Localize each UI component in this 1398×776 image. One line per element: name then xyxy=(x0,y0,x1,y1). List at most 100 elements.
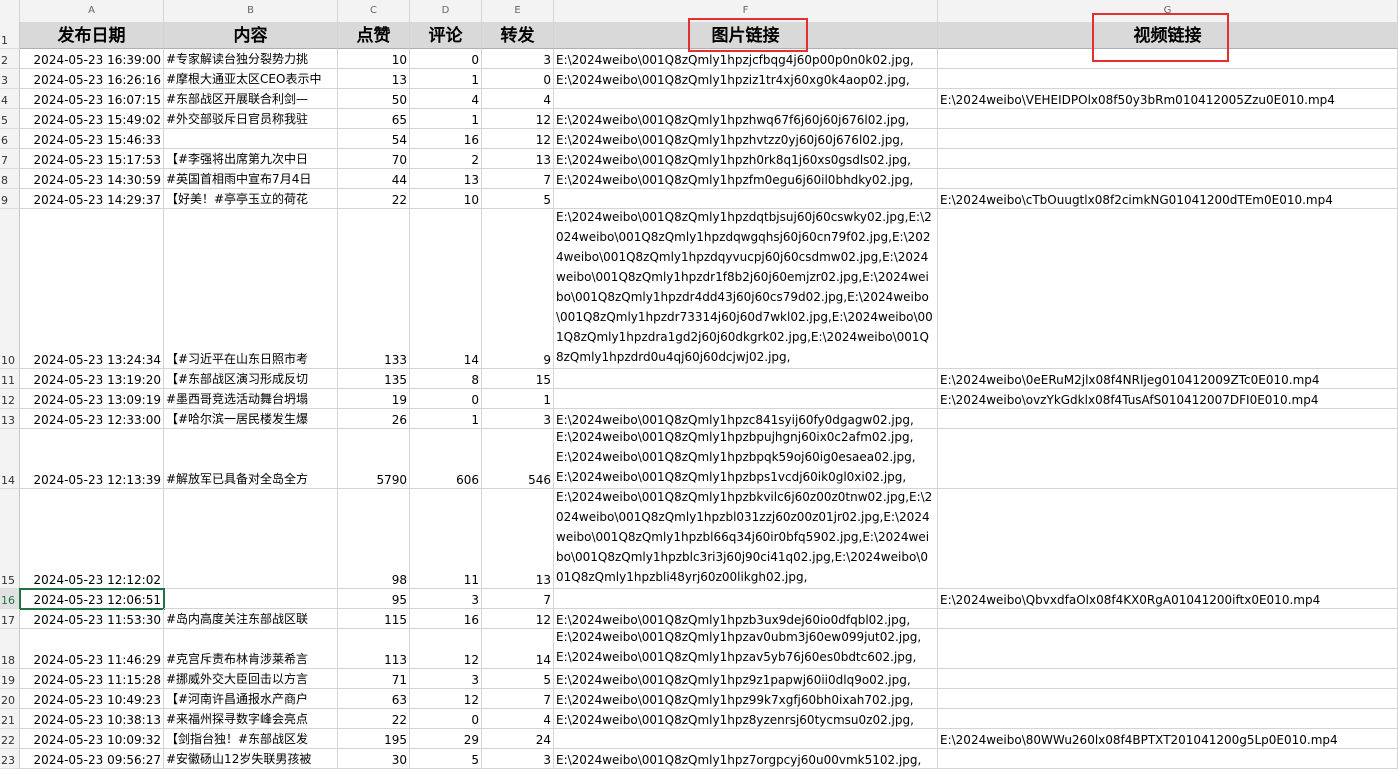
cell-date[interactable]: 2024-05-23 12:12:02 xyxy=(20,489,164,589)
cell-video[interactable] xyxy=(938,689,1398,709)
cell-comments[interactable]: 1 xyxy=(410,409,482,429)
cell-video[interactable] xyxy=(938,609,1398,629)
cell-date[interactable]: 2024-05-23 10:49:23 xyxy=(20,689,164,709)
cell-date[interactable]: 2024-05-23 13:09:19 xyxy=(20,389,164,409)
row-header[interactable]: 13 xyxy=(0,409,20,429)
cell-images[interactable] xyxy=(554,369,938,389)
row-header[interactable]: 5 xyxy=(0,109,20,129)
cell-content[interactable]: 【#哈尔滨一居民楼发生爆 xyxy=(164,409,338,429)
cell-video[interactable]: E:\2024weibo\80WWu260lx08f4BPTXT20104120… xyxy=(938,729,1398,749)
cell-video[interactable] xyxy=(938,749,1398,769)
cell-video[interactable] xyxy=(938,629,1398,669)
cell-reposts[interactable]: 7 xyxy=(482,689,554,709)
cell-date[interactable]: 2024-05-23 14:29:37 xyxy=(20,189,164,209)
cell-comments[interactable]: 12 xyxy=(410,689,482,709)
cell-date[interactable]: 2024-05-23 15:49:02 xyxy=(20,109,164,129)
cell-likes[interactable]: 30 xyxy=(338,749,410,769)
cell-likes[interactable]: 95 xyxy=(338,589,410,609)
cell-reposts[interactable]: 12 xyxy=(482,129,554,149)
cell-comments[interactable]: 1 xyxy=(410,69,482,89)
cell-images[interactable]: E:\2024weibo\001Q8zQmly1hpzdqtbjsuj60j60… xyxy=(554,209,938,369)
cell-comments[interactable]: 14 xyxy=(410,209,482,369)
cell-likes[interactable]: 54 xyxy=(338,129,410,149)
cell-images[interactable] xyxy=(554,389,938,409)
cell-video[interactable] xyxy=(938,49,1398,69)
cell-date[interactable]: 2024-05-23 10:09:32 xyxy=(20,729,164,749)
row-header[interactable]: 23 xyxy=(0,749,20,769)
cell-content[interactable]: #来福州探寻数字峰会亮点 xyxy=(164,709,338,729)
cell-comments[interactable]: 8 xyxy=(410,369,482,389)
cell-likes[interactable]: 22 xyxy=(338,709,410,729)
cell-video[interactable] xyxy=(938,669,1398,689)
cell-reposts[interactable]: 15 xyxy=(482,369,554,389)
cell-comments[interactable]: 0 xyxy=(410,709,482,729)
cell-images[interactable]: E:\2024weibo\001Q8zQmly1hpzh0rk8q1j60xs0… xyxy=(554,149,938,169)
cell-likes[interactable]: 135 xyxy=(338,369,410,389)
cell-video[interactable] xyxy=(938,109,1398,129)
cell-comments[interactable]: 12 xyxy=(410,629,482,669)
cell-comments[interactable]: 1 xyxy=(410,109,482,129)
cell-date[interactable]: 2024-05-23 11:15:28 xyxy=(20,669,164,689)
cell-likes[interactable]: 65 xyxy=(338,109,410,129)
cell-date[interactable]: 2024-05-23 13:19:20 xyxy=(20,369,164,389)
cell-content[interactable]: #解放军已具备对全岛全方 xyxy=(164,429,338,489)
cell-comments[interactable]: 29 xyxy=(410,729,482,749)
cell-comments[interactable]: 5 xyxy=(410,749,482,769)
cell-video[interactable]: E:\2024weibo\ovzYkGdklx08f4TusAfS0104120… xyxy=(938,389,1398,409)
cell-likes[interactable]: 63 xyxy=(338,689,410,709)
cell-reposts[interactable]: 3 xyxy=(482,409,554,429)
cell-comments[interactable]: 2 xyxy=(410,149,482,169)
column-header-b[interactable]: B xyxy=(164,0,338,22)
cell-content[interactable]: #专家解读台独分裂势力挑 xyxy=(164,49,338,69)
row-header[interactable]: 17 xyxy=(0,609,20,629)
cell-images[interactable]: E:\2024weibo\001Q8zQmly1hpz7orgpcyj60u00… xyxy=(554,749,938,769)
cell-content[interactable] xyxy=(164,129,338,149)
cell-content[interactable]: 【#李强将出席第九次中日 xyxy=(164,149,338,169)
cell-comments[interactable]: 16 xyxy=(410,609,482,629)
cell-content[interactable]: 【剑指台独！#东部战区发 xyxy=(164,729,338,749)
cell-content[interactable]: #安徽砀山12岁失联男孩被 xyxy=(164,749,338,769)
header-cell-image-links[interactable]: 图片链接 xyxy=(554,22,938,49)
cell-likes[interactable]: 22 xyxy=(338,189,410,209)
row-header[interactable]: 4 xyxy=(0,89,20,109)
cell-reposts[interactable]: 546 xyxy=(482,429,554,489)
cell-comments[interactable]: 11 xyxy=(410,489,482,589)
spreadsheet-grid[interactable]: A B C D E F G 1 发布日期 内容 点赞 评论 转发 图片链接 视频链接 2 2024-05-23 … xyxy=(0,0,1398,776)
cell-likes[interactable]: 133 xyxy=(338,209,410,369)
cell-images[interactable] xyxy=(554,729,938,749)
row-header[interactable]: 12 xyxy=(0,389,20,409)
cell-date[interactable]: 2024-05-23 13:24:34 xyxy=(20,209,164,369)
row-header[interactable]: 7 xyxy=(0,149,20,169)
cell-date[interactable]: 2024-05-23 16:26:16 xyxy=(20,69,164,89)
row-header[interactable]: 2 xyxy=(0,49,20,69)
cell-video[interactable] xyxy=(938,429,1398,489)
cell-likes[interactable]: 44 xyxy=(338,169,410,189)
cell-images[interactable]: E:\2024weibo\001Q8zQmly1hpzc841syij60fy0… xyxy=(554,409,938,429)
cell-likes[interactable]: 13 xyxy=(338,69,410,89)
cell-date[interactable]: 2024-05-23 10:38:13 xyxy=(20,709,164,729)
cell-likes[interactable]: 26 xyxy=(338,409,410,429)
cell-reposts[interactable]: 14 xyxy=(482,629,554,669)
cell-date[interactable]: 2024-05-23 12:13:39 xyxy=(20,429,164,489)
cell-reposts[interactable]: 12 xyxy=(482,609,554,629)
column-header-e[interactable]: E xyxy=(482,0,554,22)
cell-images[interactable]: E:\2024weibo\001Q8zQmly1hpzbpujhgnj60ix0… xyxy=(554,429,938,489)
cell-comments[interactable]: 3 xyxy=(410,589,482,609)
row-header[interactable]: 14 xyxy=(0,429,20,489)
cell-likes[interactable]: 98 xyxy=(338,489,410,589)
column-header-g[interactable]: G xyxy=(938,0,1398,22)
row-header[interactable]: 22 xyxy=(0,729,20,749)
row-header[interactable]: 16 xyxy=(0,589,20,609)
cell-date[interactable]: 2024-05-23 11:53:30 xyxy=(20,609,164,629)
cell-likes[interactable]: 71 xyxy=(338,669,410,689)
cell-content[interactable]: #克宫斥责布林肯涉莱希言 xyxy=(164,629,338,669)
row-header[interactable]: 18 xyxy=(0,629,20,669)
cell-images[interactable] xyxy=(554,589,938,609)
cell-video[interactable]: E:\2024weibo\QbvxdfaOlx08f4KX0RgA0104120… xyxy=(938,589,1398,609)
select-all-corner[interactable] xyxy=(0,0,20,22)
cell-comments[interactable]: 4 xyxy=(410,89,482,109)
cell-content[interactable]: #墨西哥竞选活动舞台坍塌 xyxy=(164,389,338,409)
cell-images[interactable]: E:\2024weibo\001Q8zQmly1hpz99k7xgfj60bh0… xyxy=(554,689,938,709)
cell-content[interactable]: 【#东部战区演习形成反切 xyxy=(164,369,338,389)
row-header[interactable]: 20 xyxy=(0,689,20,709)
